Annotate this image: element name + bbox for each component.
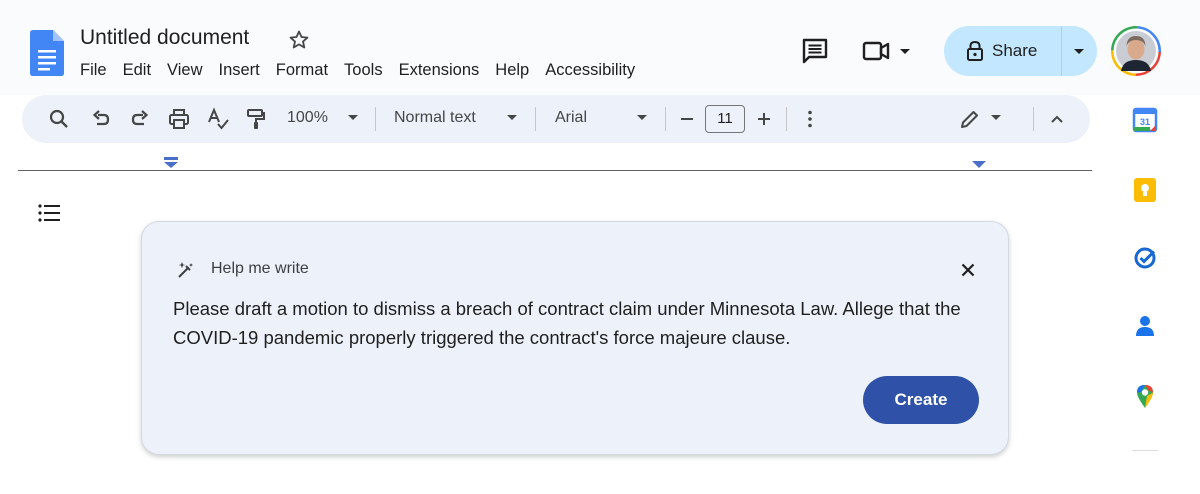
spellcheck-icon[interactable] (206, 107, 230, 131)
menu-help[interactable]: Help (487, 58, 537, 83)
video-call-icon (862, 41, 890, 61)
lock-icon (967, 40, 983, 61)
style-chevron-icon (507, 115, 517, 120)
help-me-write-title: Help me write (211, 260, 309, 277)
left-indent-marker[interactable] (163, 157, 179, 169)
star-icon[interactable] (287, 28, 311, 52)
tasks-icon[interactable] (1131, 244, 1159, 272)
document-title[interactable]: Untitled document (80, 26, 249, 50)
prompt-input[interactable]: Please draft a motion to dismiss a breac… (173, 294, 973, 352)
right-indent-marker[interactable] (971, 160, 987, 169)
toolbar-divider (786, 107, 787, 131)
docs-logo-icon[interactable] (30, 30, 64, 76)
maps-icon[interactable] (1131, 382, 1159, 410)
contacts-icon[interactable] (1131, 312, 1159, 340)
avatar[interactable] (1111, 26, 1161, 76)
close-icon[interactable] (956, 258, 980, 282)
paint-format-icon[interactable] (244, 107, 268, 131)
share-label: Share (992, 41, 1038, 60)
calendar-icon[interactable]: 31 (1131, 106, 1159, 134)
document-outline-icon[interactable] (37, 202, 61, 224)
calendar-day: 31 (1140, 117, 1150, 127)
menu-tools[interactable]: Tools (336, 58, 391, 83)
search-icon[interactable] (47, 107, 71, 131)
menu-extensions[interactable]: Extensions (391, 58, 488, 83)
collapse-icon[interactable] (1045, 107, 1069, 131)
formatting-toolbar: 100% Normal text Arial 11 (22, 95, 1090, 143)
menu-view[interactable]: View (159, 58, 210, 83)
print-icon[interactable] (167, 107, 191, 131)
chevron-down-icon (900, 49, 910, 54)
edit-mode-icon[interactable] (958, 107, 982, 131)
toolbar-divider (375, 107, 376, 131)
help-me-write-card: Help me write Please draft a motion to d… (141, 221, 1009, 455)
redo-icon[interactable] (128, 107, 152, 131)
magic-pen-icon (178, 262, 193, 278)
docs-header: Untitled document File Edit View Insert … (0, 0, 1200, 95)
font-size-input[interactable]: 11 (705, 105, 745, 133)
side-panel-divider (1132, 450, 1158, 451)
menu-accessibility[interactable]: Accessibility (537, 58, 643, 83)
keep-icon[interactable] (1131, 176, 1159, 204)
zoom-select[interactable]: 100% (287, 109, 328, 127)
menu-edit[interactable]: Edit (115, 58, 159, 83)
toolbar-divider (535, 107, 536, 131)
decrease-font-size-icon[interactable] (675, 107, 699, 131)
menu-format[interactable]: Format (268, 58, 336, 83)
create-button[interactable]: Create (863, 376, 979, 424)
share-button-group: Share (944, 26, 1097, 76)
video-call-button[interactable] (862, 34, 922, 68)
menu-insert[interactable]: Insert (211, 58, 268, 83)
increase-font-size-icon[interactable] (752, 107, 776, 131)
paragraph-style-select[interactable]: Normal text (394, 109, 476, 127)
chevron-down-icon (1074, 49, 1084, 54)
menu-bar: File Edit View Insert Format Tools Exten… (72, 58, 643, 83)
toolbar-divider (665, 107, 666, 131)
zoom-chevron-icon (348, 115, 358, 120)
edit-mode-chevron-icon (991, 115, 1001, 120)
menu-file[interactable]: File (72, 58, 115, 83)
share-options-button[interactable] (1062, 26, 1096, 76)
toolbar-divider (1033, 107, 1034, 131)
share-button[interactable]: Share (944, 26, 1062, 76)
undo-icon[interactable] (89, 107, 113, 131)
more-vert-icon[interactable] (798, 107, 822, 131)
font-chevron-icon (637, 115, 647, 120)
font-select[interactable]: Arial (555, 109, 587, 127)
comment-icon[interactable] (801, 37, 829, 65)
ruler (18, 170, 1092, 171)
